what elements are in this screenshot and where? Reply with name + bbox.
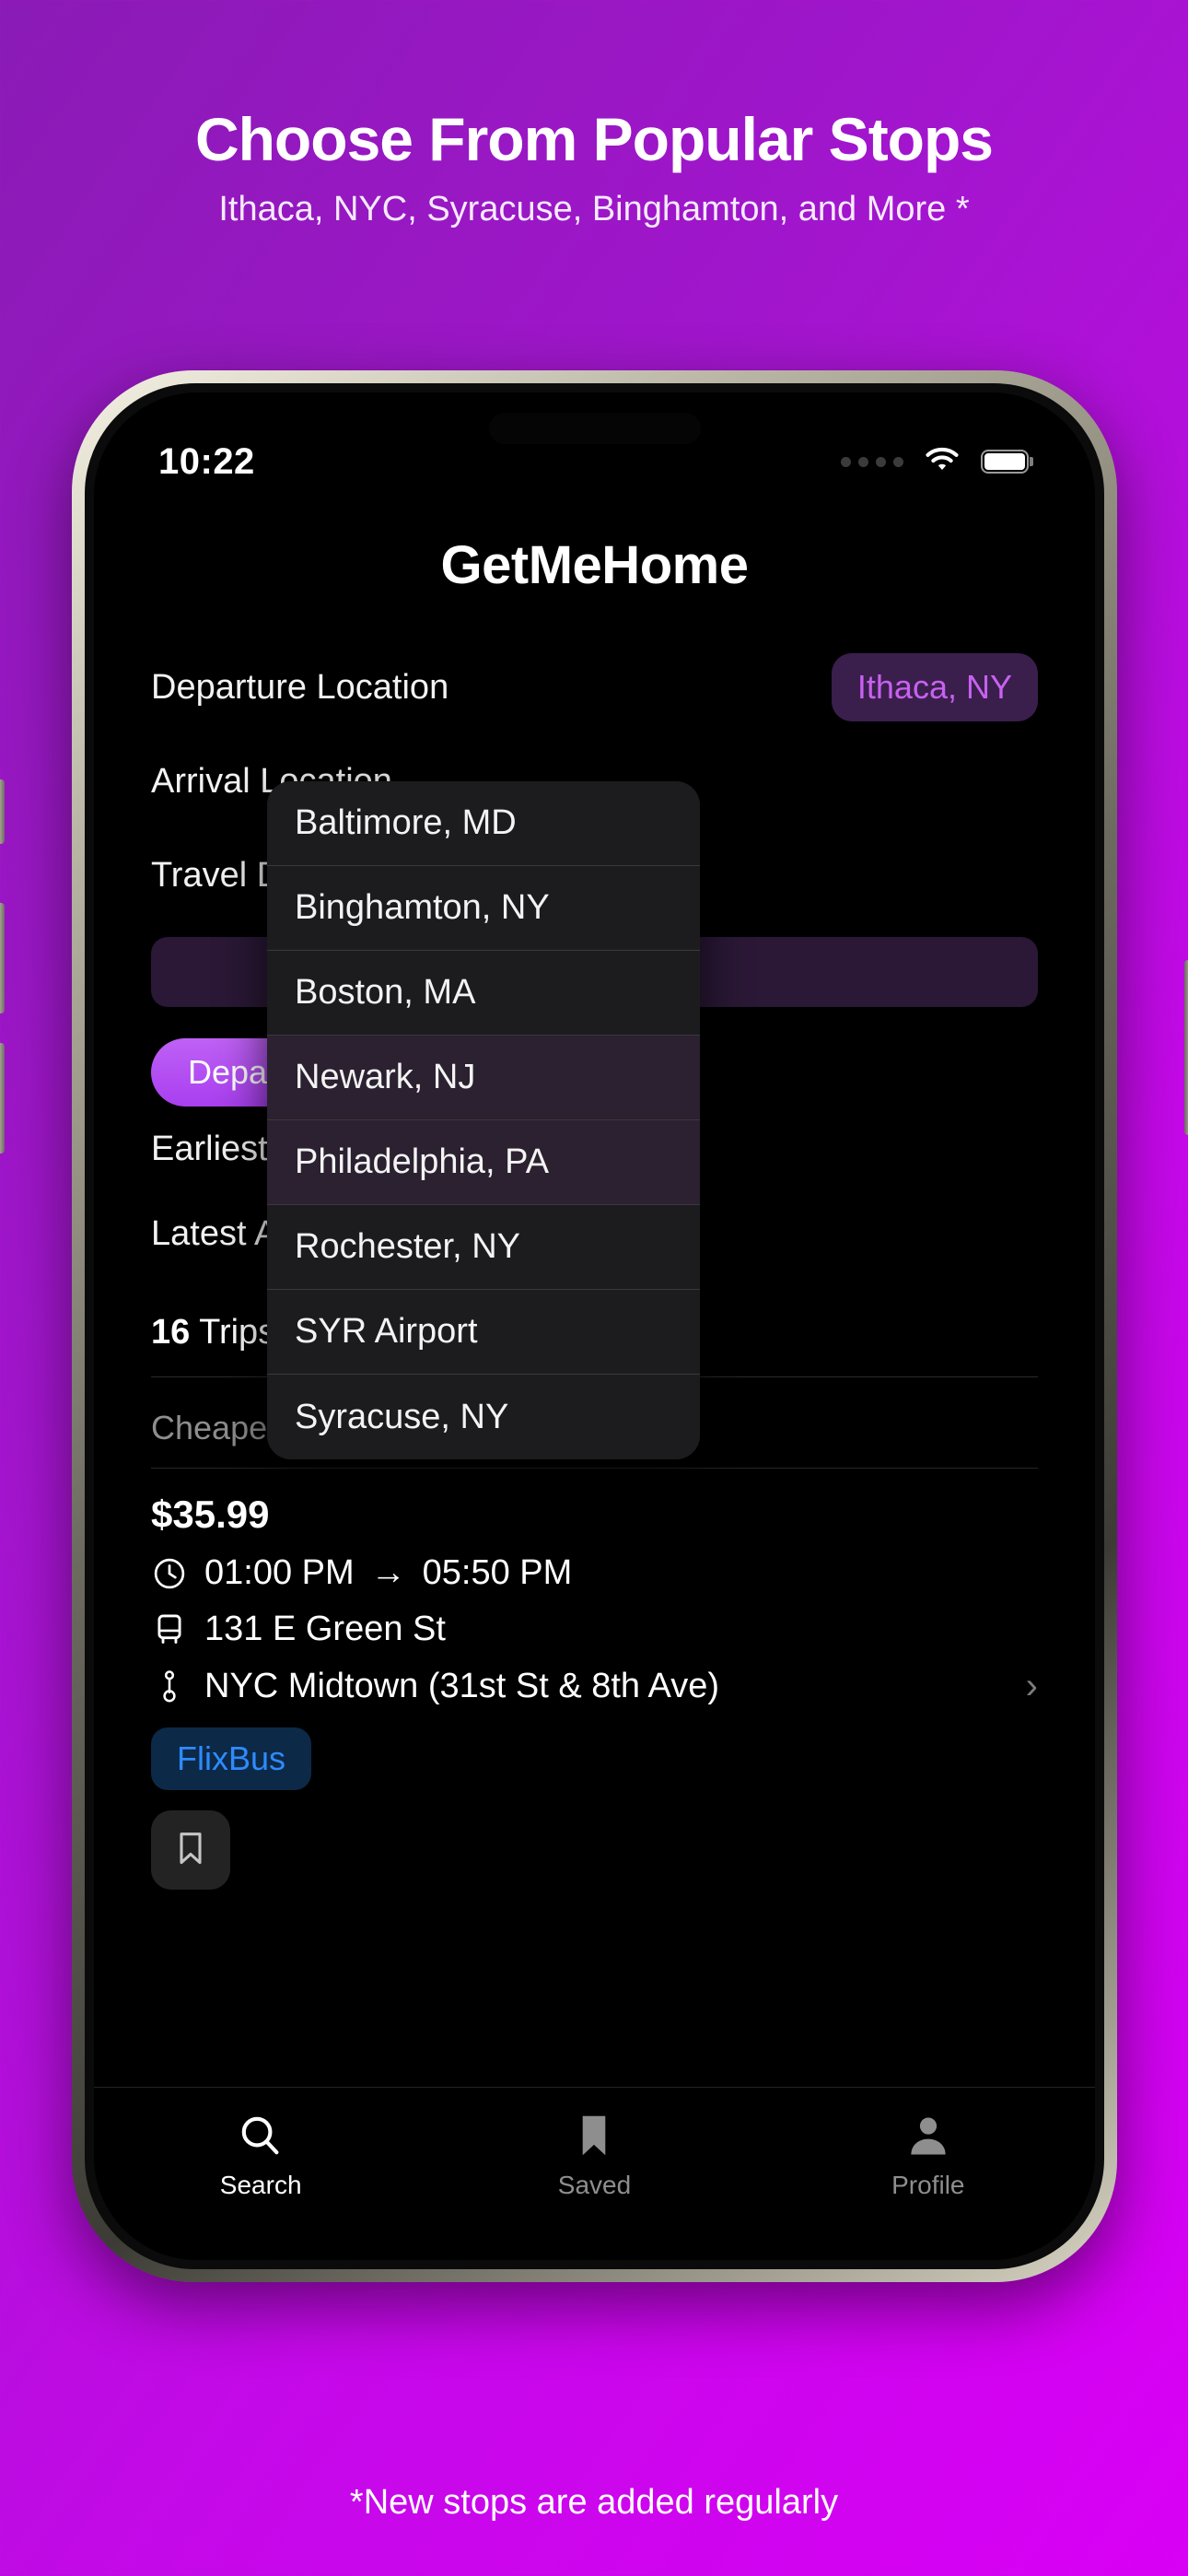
list-item[interactable]: Baltimore, MD	[267, 781, 700, 866]
trip-origin-row: 131 E Green St	[151, 1610, 1038, 1649]
trip-depart-time: 01:00 PM	[204, 1553, 355, 1592]
phone-screen: 10:22 GetMeHome Departure Location Ithac…	[94, 392, 1095, 2260]
clock-icon	[151, 1555, 188, 1592]
app-title: GetMeHome	[440, 535, 749, 595]
location-dropdown[interactable]: Baltimore, MD Binghamton, NY Boston, MA …	[267, 781, 700, 1459]
departure-location-value[interactable]: Ithaca, NY	[831, 653, 1038, 721]
list-item[interactable]: Philadelphia, PA	[267, 1120, 700, 1205]
signal-dots-icon	[841, 456, 903, 467]
list-item[interactable]: Newark, NJ	[267, 1036, 700, 1120]
trip-origin-stop: 131 E Green St	[204, 1610, 446, 1648]
list-item[interactable]: Boston, MA	[267, 951, 700, 1036]
trip-price: $35.99	[151, 1493, 270, 1536]
list-item[interactable]: Binghamton, NY	[267, 866, 700, 951]
search-icon	[237, 2112, 285, 2160]
trip-destination-stop: NYC Midtown (31st St & 8th Ave)	[204, 1667, 719, 1705]
bookmark-icon	[175, 1830, 206, 1871]
operator-badge[interactable]: FlixBus	[151, 1727, 312, 1790]
battery-full-icon	[981, 450, 1029, 474]
tab-saved[interactable]: Saved	[427, 2112, 761, 2200]
bus-icon	[151, 1611, 188, 1648]
promo-header: Choose From Popular Stops Ithaca, NYC, S…	[0, 109, 1188, 229]
tab-search-label: Search	[219, 2171, 302, 2199]
chevron-right-icon[interactable]: ›	[1026, 1666, 1038, 1707]
trip-card[interactable]: $35.99 01:00 PM → 05:50 PM 131 E Green S…	[94, 1469, 1095, 1890]
dynamic-island	[488, 413, 701, 444]
departure-location-label: Departure Location	[151, 667, 449, 707]
promo-title: Choose From Popular Stops	[194, 105, 994, 173]
save-trip-button[interactable]	[151, 1810, 230, 1890]
tab-saved-label: Saved	[557, 2171, 632, 2199]
tab-profile[interactable]: Profile	[762, 2112, 1095, 2200]
trip-times-row: 01:00 PM → 05:50 PM	[151, 1553, 1038, 1593]
trip-destination-row: NYC Midtown (31st St & 8th Ave) ›	[151, 1666, 1038, 1707]
map-pin-icon	[151, 1669, 188, 1705]
trip-arrow: →	[370, 1553, 406, 1592]
list-item[interactable]: Rochester, NY	[267, 1205, 700, 1290]
power-button[interactable]	[1184, 960, 1188, 1135]
phone-frame: 10:22 GetMeHome Departure Location Ithac…	[0, 370, 1188, 2282]
promo-subtitle: Ithaca, NYC, Syracuse, Binghamton, and M…	[218, 190, 970, 228]
trip-arrive-time: 05:50 PM	[422, 1553, 573, 1592]
volume-down-button[interactable]	[0, 1043, 5, 1153]
wifi-icon	[922, 445, 962, 479]
promo-footnote: *New stops are added regularly	[349, 2483, 839, 2522]
trips-count-number: 16	[151, 1313, 191, 1352]
silent-switch[interactable]	[0, 779, 5, 844]
phone-bezel: 10:22 GetMeHome Departure Location Ithac…	[85, 383, 1104, 2269]
tab-bar: Search Saved Profile	[94, 2087, 1095, 2260]
tab-profile-label: Profile	[891, 2171, 965, 2199]
list-item[interactable]: SYR Airport	[267, 1290, 700, 1375]
status-time: 10:22	[158, 440, 255, 482]
trips-count-word: Trips	[199, 1313, 276, 1352]
person-icon	[905, 2112, 951, 2160]
volume-up-button[interactable]	[0, 903, 5, 1013]
list-item[interactable]: Syracuse, NY	[267, 1375, 700, 1459]
departure-location-row: Departure Location Ithaca, NY	[151, 640, 1038, 734]
bookmark-icon	[573, 2112, 615, 2160]
tab-search[interactable]: Search	[94, 2112, 427, 2200]
status-icons	[841, 445, 1029, 479]
